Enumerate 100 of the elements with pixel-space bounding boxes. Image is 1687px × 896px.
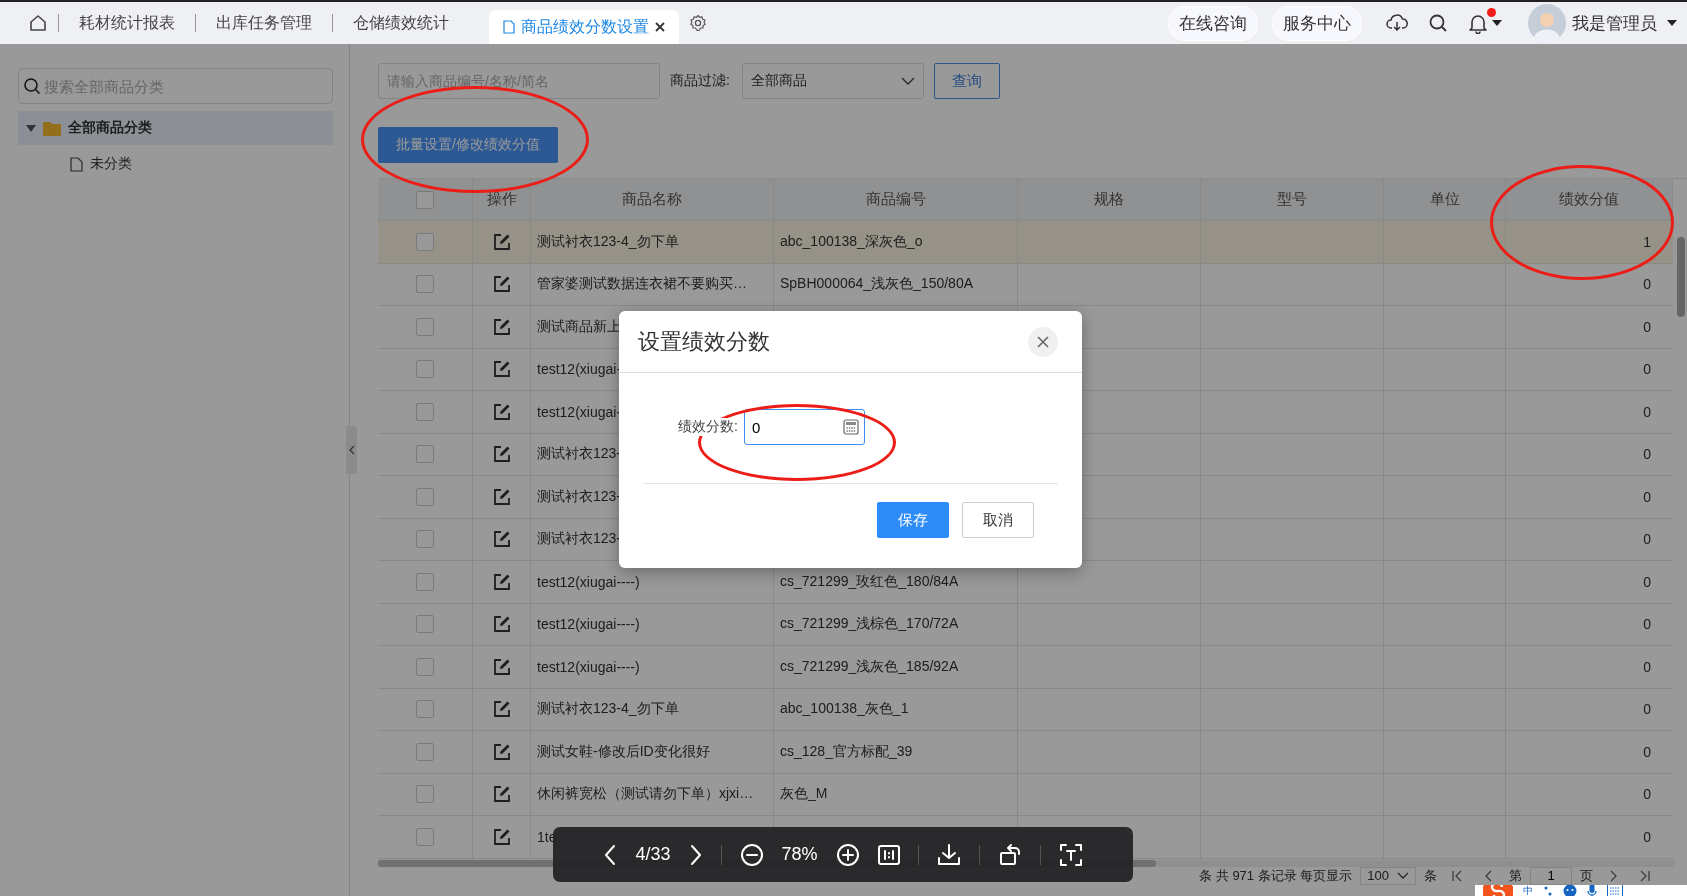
caret-icon[interactable] <box>1492 20 1502 26</box>
zoom-out-icon[interactable] <box>739 842 764 867</box>
microphone-icon[interactable] <box>1587 885 1597 896</box>
scrollbar[interactable] <box>1677 237 1685 317</box>
checkbox[interactable] <box>416 657 434 676</box>
tree-item[interactable]: 全部商品分类 <box>18 111 333 145</box>
checkbox[interactable] <box>416 445 434 464</box>
checkbox[interactable] <box>416 615 434 634</box>
table-cell: test12(xiugai----) <box>531 603 774 645</box>
edit-icon[interactable] <box>492 530 511 549</box>
edit-icon[interactable] <box>492 700 511 719</box>
folder-icon <box>43 120 61 136</box>
header-link[interactable]: 服务中心 <box>1272 5 1362 41</box>
table-row[interactable]: 测试衬衣123-4_勿下单 abc_100138_灰色_1 0 <box>378 688 1673 731</box>
calculator-icon[interactable] <box>842 419 859 435</box>
cloud-download-icon[interactable] <box>1386 13 1408 33</box>
table-cell-text: 0 <box>1642 487 1652 507</box>
caret-icon[interactable] <box>1667 20 1677 26</box>
input-mode-label[interactable]: 中 <box>1523 885 1533 896</box>
tab[interactable]: 出库任务管理 <box>195 14 332 32</box>
actual-size-icon[interactable] <box>877 844 900 865</box>
last-page-icon[interactable] <box>1639 869 1651 882</box>
checkbox[interactable] <box>416 742 434 761</box>
home-icon[interactable] <box>28 13 48 33</box>
tab[interactable]: 耗材统计报表 <box>58 14 195 32</box>
punctuation-icon[interactable] <box>1543 885 1553 896</box>
table-cell-text: 0 <box>1642 615 1652 635</box>
checkbox[interactable] <box>416 487 434 506</box>
user-name[interactable]: 我是管理员 <box>1572 11 1657 35</box>
table-row[interactable]: 休闲裤宽松（测试请勿下单）xjxi… 灰色_M 0 <box>378 773 1673 816</box>
column-header[interactable]: 操作 <box>486 190 517 209</box>
page-size-unit: 条 <box>1424 866 1437 885</box>
checkbox[interactable] <box>416 190 434 209</box>
checkbox[interactable] <box>416 275 434 294</box>
column-header[interactable]: 规格 <box>1094 190 1124 209</box>
search-icon[interactable] <box>1428 13 1448 33</box>
bell-icon[interactable] <box>1468 12 1488 34</box>
edit-icon[interactable] <box>492 232 511 251</box>
column-header[interactable]: 单位 <box>1429 190 1460 209</box>
table-row[interactable]: test12(xiugai----) cs_721299_浅灰色_185/92A 0 <box>378 646 1673 689</box>
checkbox[interactable] <box>416 530 434 549</box>
collapse-handle[interactable] <box>346 426 357 474</box>
checkbox[interactable] <box>416 700 434 719</box>
number-field[interactable]: 0 <box>743 409 865 445</box>
column-header[interactable]: 型号 <box>1277 190 1307 209</box>
chevron-left-icon <box>348 445 355 455</box>
edit-icon[interactable] <box>492 317 511 336</box>
chevron-down-icon <box>900 77 915 85</box>
edit-icon[interactable] <box>492 827 511 846</box>
edit-icon[interactable] <box>492 275 511 294</box>
emoji-icon[interactable] <box>1563 885 1577 896</box>
table-cell-text: 0 <box>1642 700 1652 720</box>
edit-icon[interactable] <box>492 785 511 804</box>
column-header[interactable]: 商品编号 <box>865 190 926 209</box>
checkbox[interactable] <box>416 360 434 379</box>
table-row[interactable]: 管家婆测试数据连衣裙不要购买… SpBH000064_浅灰色_150/80A 0 <box>378 263 1673 306</box>
column-header[interactable]: 商品名称 <box>622 190 682 209</box>
table-row[interactable]: 测试女鞋-修改后ID变化很好 cs_128_官方标配_39 0 <box>378 731 1673 774</box>
filter-select[interactable]: 全部商品 <box>741 63 924 99</box>
close-icon[interactable] <box>655 22 665 32</box>
keyboard-icon[interactable] <box>1607 885 1623 896</box>
tab[interactable]: 仓储绩效统计 <box>332 14 469 32</box>
table-cell: abc_100138_灰色_1 <box>774 688 1018 730</box>
rotate-icon[interactable] <box>997 842 1022 867</box>
tab[interactable]: 商品绩效分数设置 <box>489 10 679 44</box>
header-link[interactable]: 在线咨询 <box>1168 5 1258 41</box>
table-row[interactable]: 测试衬衣123-4_勿下单 abc_100138_深灰色_o 1 <box>378 221 1673 264</box>
column-header[interactable]: 绩效分值 <box>1559 190 1619 209</box>
tree-item[interactable]: 未分类 <box>18 147 333 181</box>
table-cell: 管家婆测试数据连衣裙不要购买… <box>531 263 774 305</box>
edit-icon[interactable] <box>492 572 511 591</box>
close-button[interactable] <box>1028 326 1058 357</box>
edit-icon[interactable] <box>492 742 511 761</box>
checkbox[interactable] <box>416 232 434 251</box>
edit-icon[interactable] <box>492 487 511 506</box>
cancel-button[interactable]: 取消 <box>962 502 1034 538</box>
edit-icon[interactable] <box>492 615 511 634</box>
edit-icon[interactable] <box>492 402 511 421</box>
first-page-icon[interactable] <box>1451 869 1463 882</box>
edit-icon[interactable] <box>492 360 511 379</box>
edit-icon[interactable] <box>492 657 511 676</box>
page-label: 第 <box>1509 866 1522 885</box>
pagination-summary: 条 共 971 条记录 每页显示 <box>1199 866 1353 885</box>
settings-icon[interactable] <box>689 14 707 32</box>
zoom-in-icon[interactable] <box>835 842 860 867</box>
checkbox[interactable] <box>416 572 434 591</box>
edit-icon[interactable] <box>492 445 511 464</box>
chevron-left-icon[interactable] <box>603 843 618 866</box>
chevron-right-icon[interactable] <box>688 843 703 866</box>
checkbox[interactable] <box>416 402 434 421</box>
query-button[interactable]: 查询 <box>933 63 1000 99</box>
file-icon <box>70 156 83 172</box>
download-icon[interactable] <box>936 842 961 867</box>
save-button[interactable]: 保存 <box>877 502 949 538</box>
checkbox[interactable] <box>416 785 434 804</box>
table-row[interactable]: test12(xiugai----) cs_721299_浅棕色_170/72A 0 <box>378 603 1673 646</box>
checkbox[interactable] <box>416 317 434 336</box>
checkbox[interactable] <box>416 827 434 846</box>
text-recognition-icon[interactable] <box>1058 842 1083 867</box>
page-size-select[interactable]: 100 <box>1360 866 1416 885</box>
